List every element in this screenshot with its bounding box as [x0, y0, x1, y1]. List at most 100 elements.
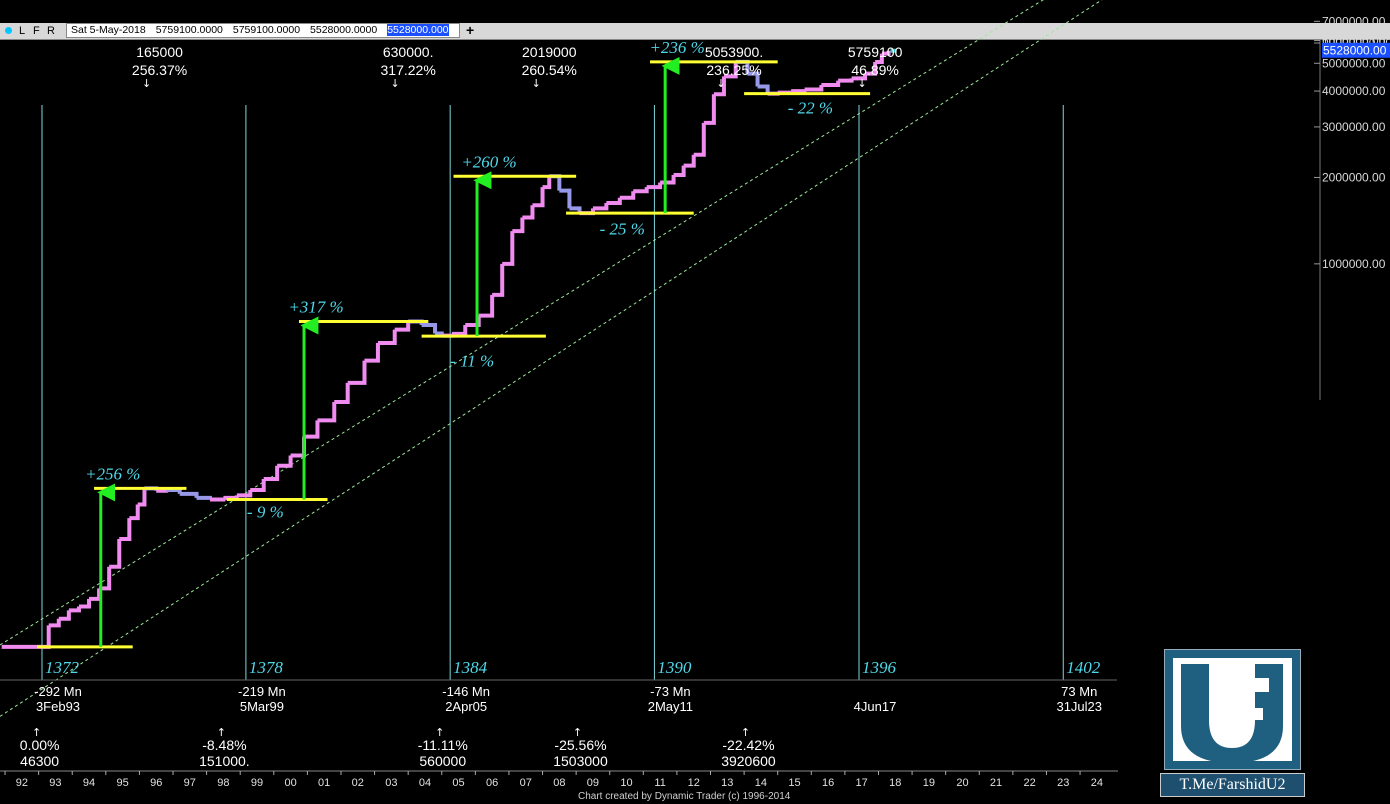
x-tick-label: 92 [16, 777, 28, 789]
cycle-year-label: 1390 [657, 658, 692, 677]
peak-percent-label: 260.54% [522, 62, 577, 78]
x-tick-label: 05 [452, 777, 464, 789]
price-segment [791, 89, 807, 94]
y-axis: 7000000.006000000.005000000.004000000.00… [1314, 14, 1390, 400]
rise-label: +236 % [649, 38, 704, 57]
x-tick-label: 12 [688, 777, 700, 789]
x-tick-label: 97 [184, 777, 196, 789]
peak-percent-label: 256.37% [132, 62, 187, 78]
x-tick-label: 23 [1057, 777, 1069, 789]
price-segment [660, 174, 676, 185]
x-tick-label: 02 [352, 777, 364, 789]
price-segment [421, 323, 438, 334]
decline-label: - 22 % [788, 99, 833, 118]
trough-price-label: 46300 [20, 753, 59, 769]
price-segment [290, 436, 307, 458]
price-segment [646, 182, 663, 190]
y-tick-label: 4000000.00 [1322, 84, 1386, 98]
x-tick-label: 15 [788, 777, 800, 789]
price-segment [532, 187, 545, 208]
rise-arrows [97, 56, 680, 647]
price-segment [619, 191, 636, 200]
trough-percent-label: -11.11% [418, 737, 468, 753]
price-segment [804, 84, 824, 92]
peak-pointer-icon: ↓ [858, 77, 867, 90]
cycle-year-label: 1378 [249, 658, 283, 677]
x-tick-label: 20 [956, 777, 968, 789]
price-series [1, 48, 897, 649]
price-segment [478, 294, 495, 318]
price-segment [377, 329, 397, 345]
x-tick-label: 19 [923, 777, 935, 789]
trough-percent-label: -25.56% [554, 737, 606, 753]
channel-line [0, 0, 1103, 717]
price-segment [838, 78, 854, 83]
peak-pointer-icon: ↓ [532, 77, 541, 90]
peak-percent-label: 317.22% [381, 62, 436, 78]
price-segment [109, 538, 122, 569]
peak-percent-label: 46.89% [851, 62, 898, 78]
peak-percent-label: 236.25% [706, 62, 761, 78]
price-segment [156, 488, 169, 493]
x-tick-label: 09 [587, 777, 599, 789]
x-tick-label: 94 [83, 777, 95, 789]
price-segment [166, 487, 182, 494]
x-tick-label: 24 [1091, 777, 1103, 789]
price-segment [522, 205, 535, 220]
price-segment [559, 188, 572, 209]
x-tick-label: 04 [419, 777, 431, 789]
price-segment [89, 588, 102, 601]
peak-pointer-icon: ↓ [716, 77, 725, 90]
price-segment [250, 478, 266, 492]
logo-caption: T.Me/FarshidU2 [1160, 773, 1305, 797]
peak-price-label: 5053900. [705, 44, 763, 60]
price-segment [451, 325, 468, 336]
rise-label: +317 % [288, 297, 343, 316]
brand-logo [1164, 649, 1301, 770]
price-segment [512, 217, 525, 234]
chart-credit: Chart created by Dynamic Trader (c) 1996… [578, 791, 791, 802]
price-segment [68, 606, 81, 613]
x-tick-label: 13 [721, 777, 733, 789]
trough-price-label: 151000. [199, 753, 250, 769]
decline-label: - 11 % [450, 352, 494, 371]
cycle-date-label: 31Jul23 [1056, 699, 1102, 714]
peak-price-label: 630000. [383, 44, 434, 60]
trough-percent-label: -22.42% [722, 737, 774, 753]
price-segment [317, 402, 337, 423]
cycle-months-label: -146 Mn [442, 684, 490, 699]
price-segment [263, 465, 280, 481]
cycle-months-label: 73 Mn [1061, 684, 1097, 699]
x-tick-label: 06 [486, 777, 498, 789]
cycle-date-label: 5Mar99 [240, 699, 284, 714]
x-tick-label: 95 [116, 777, 128, 789]
peak-price-label: 2019000 [522, 44, 577, 60]
price-segment [137, 488, 147, 507]
x-tick-label: 16 [822, 777, 834, 789]
price-segment [58, 610, 71, 621]
price-segment [673, 165, 686, 177]
price-segment [48, 618, 61, 628]
price-segment [41, 625, 51, 649]
x-tick-label: 01 [318, 777, 330, 789]
y-tick-label: 5000000.00 [1322, 56, 1386, 70]
y-tick-label: 3000000.00 [1322, 120, 1386, 134]
channel-line [0, 0, 1044, 646]
price-segment [304, 420, 320, 439]
decline-label: - 9 % [247, 503, 284, 522]
x-tick-label: 22 [1024, 777, 1036, 789]
trough-price-label: 1503000 [553, 753, 608, 769]
price-segment [277, 455, 293, 468]
price-segment [592, 202, 609, 211]
peak-pointer-icon: ↓ [391, 77, 400, 90]
trough-percent-label: 0.00% [20, 737, 60, 753]
trough-percent-label: -8.48% [202, 737, 246, 753]
price-segment [502, 231, 515, 266]
x-tick-label: 10 [620, 777, 632, 789]
x-tick-label: 93 [49, 777, 61, 789]
price-segment [179, 491, 199, 498]
annotations: 1372 -292 Mn3Feb93 1378 -219 Mn5Mar99 1384 -1… [20, 38, 1102, 769]
x-tick-label: 07 [520, 777, 532, 789]
price-segment [334, 382, 350, 405]
cycle-year-label: 1384 [453, 658, 488, 677]
